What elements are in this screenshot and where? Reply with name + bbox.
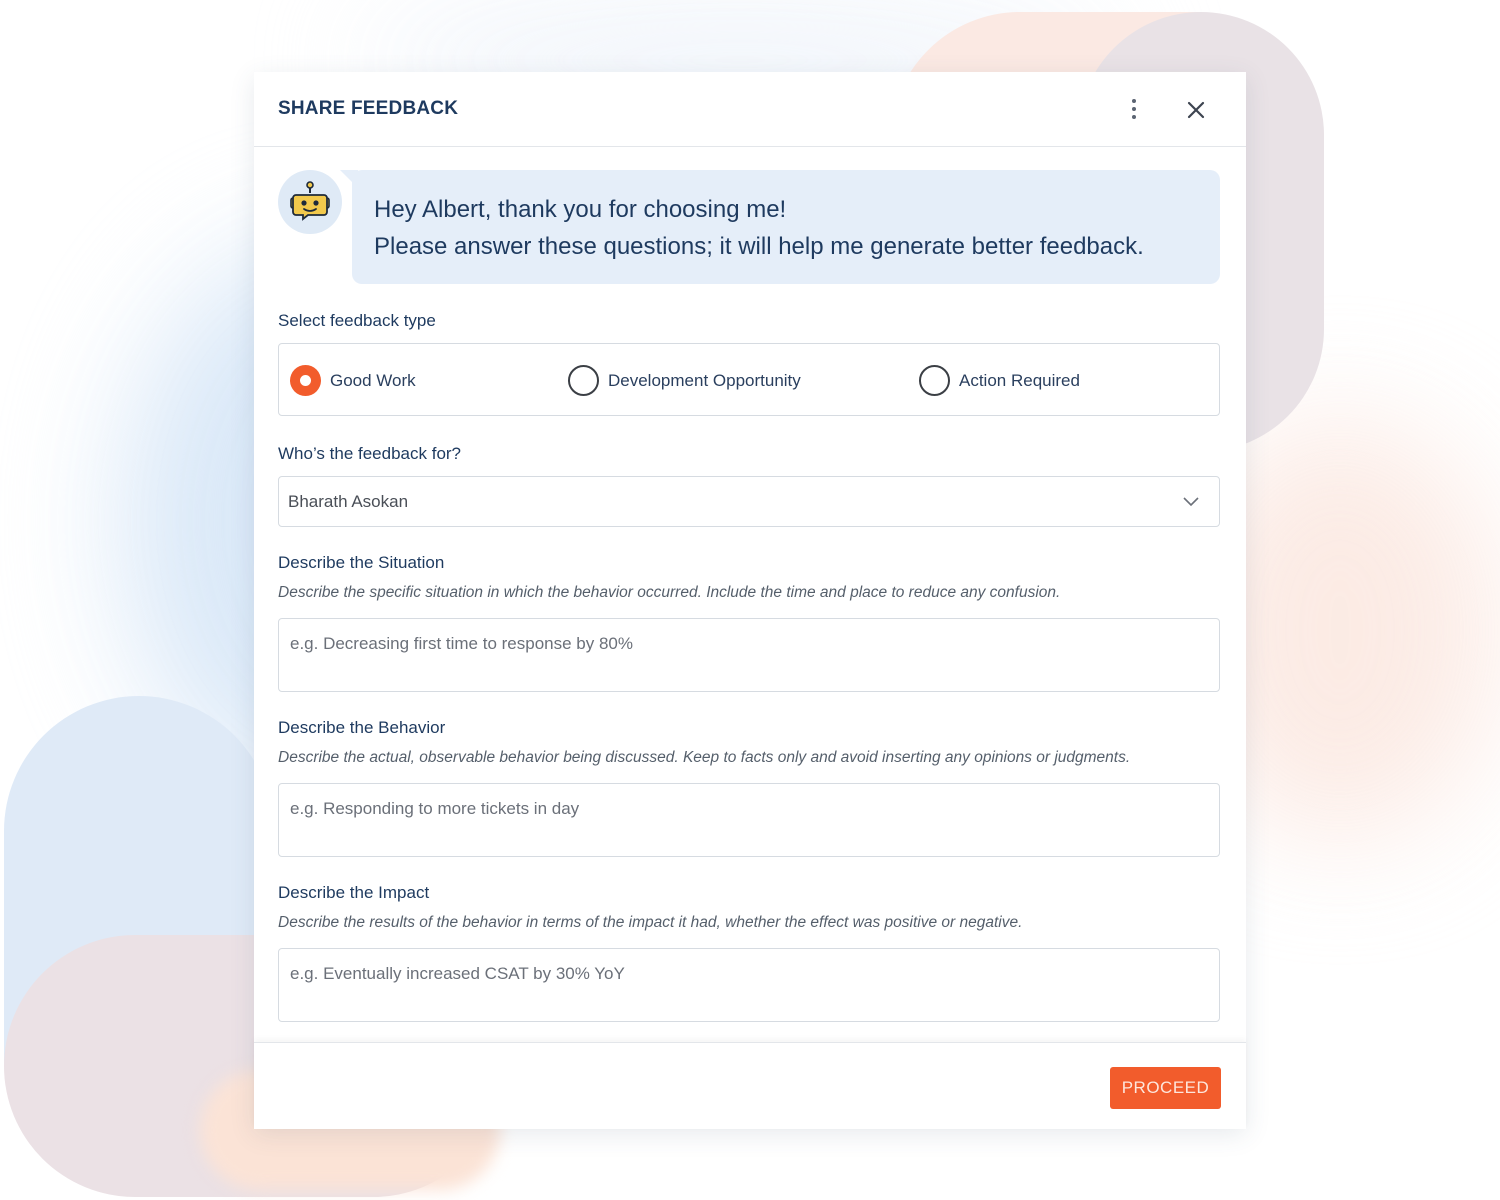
more-vertical-icon[interactable] xyxy=(1124,96,1144,122)
recipient-label: Who’s the feedback for? xyxy=(278,444,462,463)
recipient-value: Bharath Asokan xyxy=(288,492,409,511)
dialog-header: SHARE FEEDBACK xyxy=(254,72,1246,147)
robot-icon xyxy=(290,181,330,221)
recipient-select[interactable]: Bharath Asokan xyxy=(278,476,1220,527)
radio-label: Development Opportunity xyxy=(608,371,801,390)
page-background: SHARE FEEDBACK Hey Albert, thank you for… xyxy=(0,0,1500,1200)
radio-label: Action Required xyxy=(959,371,1080,390)
dialog-title: SHARE FEEDBACK xyxy=(278,98,459,119)
situation-description: Describe the specific situation in which… xyxy=(278,584,1061,601)
close-icon[interactable] xyxy=(1182,96,1210,124)
share-feedback-dialog: SHARE FEEDBACK Hey Albert, thank you for… xyxy=(254,72,1246,1129)
situation-label: Describe the Situation xyxy=(278,553,445,572)
impact-input[interactable] xyxy=(278,948,1220,1022)
radio-unchecked-icon[interactable] xyxy=(568,365,599,396)
behavior-input[interactable] xyxy=(278,783,1220,857)
bot-message: Please answer these questions; it will h… xyxy=(374,233,1144,260)
dialog-footer: PROCEED xyxy=(254,1042,1246,1129)
chevron-down-icon[interactable] xyxy=(1181,493,1201,509)
bot-message-bubble: Hey Albert, thank you for choosing me! P… xyxy=(352,170,1220,284)
feedback-type-group: Good Work Development Opportunity Action… xyxy=(278,343,1220,416)
radio-unchecked-icon[interactable] xyxy=(919,365,950,396)
radio-checked-icon[interactable] xyxy=(290,365,321,396)
behavior-label: Describe the Behavior xyxy=(278,718,446,737)
feedback-type-label: Select feedback type xyxy=(278,311,436,330)
impact-description: Describe the results of the behavior in … xyxy=(278,914,1023,931)
proceed-button[interactable]: PROCEED xyxy=(1110,1067,1221,1109)
impact-label: Describe the Impact xyxy=(278,883,430,902)
bot-greeting: Hey Albert, thank you for choosing me! xyxy=(374,196,787,223)
radio-label: Good Work xyxy=(330,371,416,390)
situation-input[interactable] xyxy=(278,618,1220,692)
behavior-description: Describe the actual, observable behavior… xyxy=(278,749,1131,766)
bot-avatar xyxy=(278,170,342,234)
